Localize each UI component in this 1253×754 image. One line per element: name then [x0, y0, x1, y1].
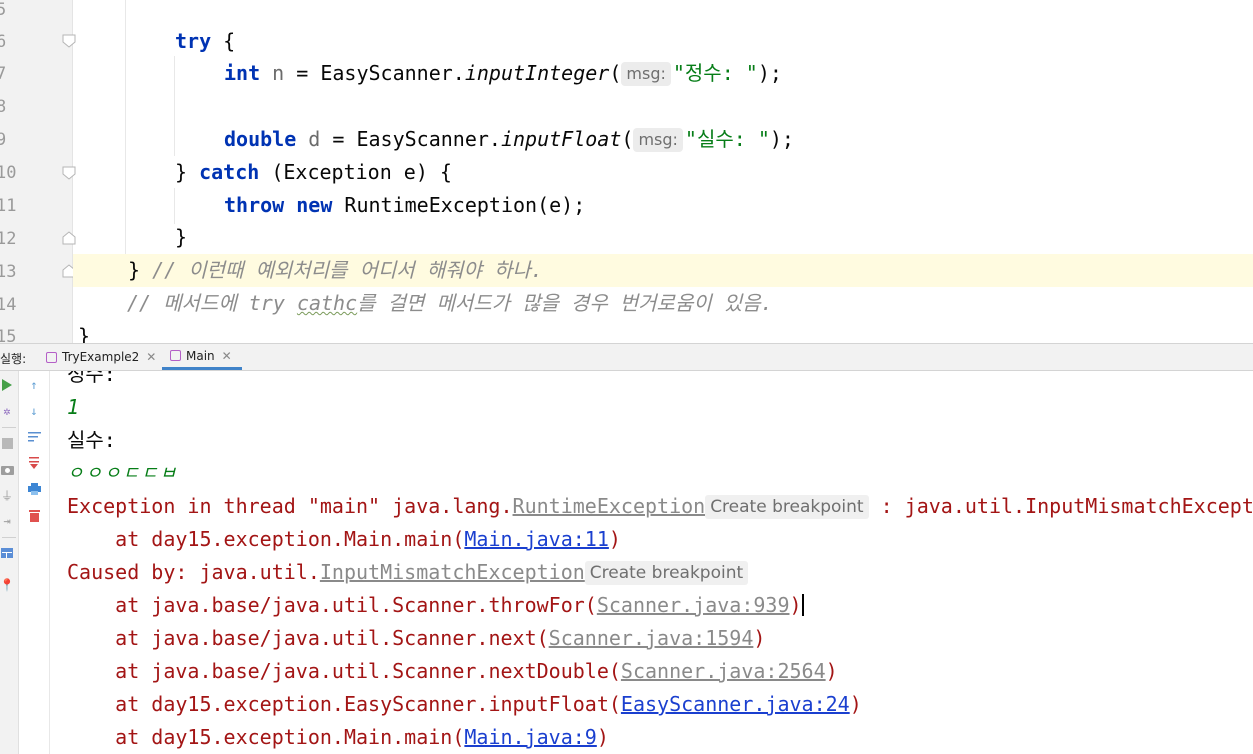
pin-icon[interactable]: 📍: [0, 577, 14, 593]
fold-end-icon[interactable]: [62, 231, 76, 245]
console-output[interactable]: 정수: 1 실수: ㅇㅇㅇㄷㄷㅂ Exception in thread "ma…: [50, 371, 1253, 754]
up-icon[interactable]: ↑: [27, 377, 41, 393]
close-icon[interactable]: ✕: [146, 350, 156, 364]
create-breakpoint-button[interactable]: Create breakpoint: [584, 561, 749, 585]
typo-word: cathc: [296, 291, 358, 315]
source-link[interactable]: Scanner.java:2564: [621, 659, 826, 683]
line-number: 13: [0, 262, 17, 282]
console-user-input: ㅇㅇㅇㄷㄷㅂ: [67, 463, 179, 484]
tab-main[interactable]: Main ✕: [162, 344, 242, 370]
param-hint: msg:: [621, 62, 671, 86]
code-line-11: throw new RuntimeException(e);: [224, 193, 586, 217]
code-line-14: // 메서드에 try cathc를 걸면 메서드가 많을 경우 번거로움이 있…: [127, 291, 773, 315]
indent-guide: [174, 56, 175, 156]
create-breakpoint-button[interactable]: Create breakpoint: [705, 495, 869, 519]
stack-frame: at day15.exception.Main.main(Main.java:9…: [67, 725, 609, 749]
soft-wrap-icon[interactable]: [27, 429, 41, 445]
exit-icon[interactable]: ⇥: [0, 513, 14, 529]
tab-tryexample2[interactable]: TryExample2 ✕: [38, 344, 164, 370]
plug-icon[interactable]: ⏚: [0, 487, 14, 503]
app-config-icon: [170, 350, 181, 361]
source-link[interactable]: Main.java:11: [464, 527, 609, 551]
line-number: 14: [0, 295, 17, 315]
code-line-12: }: [175, 225, 188, 249]
line-number: 11: [0, 196, 17, 216]
line-gutter: 5 6 7 8 9 10 11 12 13 14 15: [0, 0, 76, 343]
line-number: 15: [0, 327, 17, 343]
scroll-to-end-icon[interactable]: [27, 455, 41, 471]
stack-frame: at java.base/java.util.Scanner.nextDoubl…: [67, 659, 838, 683]
layout-icon[interactable]: [0, 545, 14, 561]
trash-icon[interactable]: [27, 507, 41, 523]
line-number: 9: [0, 130, 7, 150]
fold-icon[interactable]: [62, 166, 76, 180]
stack-frame: at day15.exception.EasyScanner.inputFloa…: [67, 692, 862, 716]
text-caret: [801, 594, 804, 616]
stack-frame: at java.base/java.util.Scanner.throwFor(…: [67, 593, 804, 617]
down-icon[interactable]: ↓: [27, 403, 41, 419]
line-number: 12: [0, 229, 17, 249]
code-line-9: double d = EasyScanner.inputFloat(msg: "실…: [224, 127, 794, 152]
stack-frame: at java.base/java.util.Scanner.next(Scan…: [67, 626, 766, 650]
caused-by-line: Caused by: java.util.InputMismatchExcept…: [67, 556, 749, 589]
indent-guide: [174, 188, 175, 224]
run-label: 실행:: [0, 352, 27, 366]
exception-class-link[interactable]: InputMismatchException: [320, 560, 585, 584]
stop-icon[interactable]: [0, 435, 14, 451]
console-prompt: 정수:: [67, 371, 116, 386]
code-line-15: }: [78, 324, 91, 343]
print-icon[interactable]: [27, 481, 41, 497]
console-prompt: 실수:: [67, 428, 116, 452]
camera-icon[interactable]: [0, 461, 14, 477]
line-number: 8: [0, 97, 7, 117]
tab-label: Main: [186, 348, 215, 363]
source-link[interactable]: EasyScanner.java:24: [621, 692, 850, 716]
source-link[interactable]: Scanner.java:939: [597, 593, 790, 617]
line-number: 6: [0, 32, 7, 52]
close-icon[interactable]: ✕: [222, 349, 232, 363]
source-link[interactable]: Main.java:9: [464, 725, 596, 749]
code-line-7: int n = EasyScanner.inputInteger(msg: "정수…: [224, 61, 782, 86]
param-hint: msg:: [633, 128, 683, 152]
code-line-6: try {: [175, 29, 236, 53]
code-line-13-current: } // 이런때 예외처리를 어디서 해줘야 하나.: [73, 254, 1253, 287]
indent-guide: [125, 0, 126, 255]
source-link[interactable]: Scanner.java:1594: [549, 626, 754, 650]
console-user-input: 1: [67, 395, 80, 419]
line-number: 10: [0, 163, 17, 183]
run-toolbar-left: ✲ ⏚ ⇥ 📍: [0, 371, 19, 754]
fold-icon[interactable]: [62, 34, 76, 48]
exception-class-link[interactable]: RuntimeException: [513, 494, 706, 518]
run-icon[interactable]: [0, 377, 14, 393]
code-editor[interactable]: 5 6 7 8 9 10 11 12 13 14 15 try { int n …: [0, 0, 1253, 343]
stack-frame: at day15.exception.Main.main(Main.java:1…: [67, 527, 621, 551]
tab-label: TryExample2: [62, 350, 140, 364]
app-config-icon: [46, 351, 57, 363]
line-number: 7: [0, 64, 7, 84]
run-toolbar-right: ↑ ↓: [19, 371, 50, 754]
settings-icon[interactable]: ✲: [0, 403, 14, 419]
code-line-10: } catch (Exception e) {: [175, 160, 452, 184]
run-tool-header: 실행: TryExample2 ✕ Main ✕: [0, 343, 1253, 371]
exception-line: Exception in thread "main" java.lang.Run…: [67, 494, 1253, 519]
line-number: 5: [0, 0, 7, 20]
